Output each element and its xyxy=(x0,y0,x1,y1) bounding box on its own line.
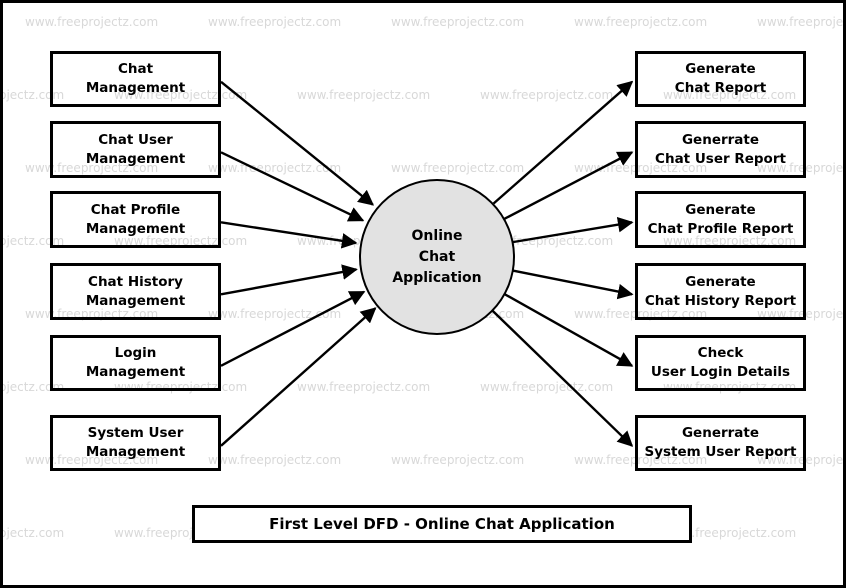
entity-label-line2: Chat History Report xyxy=(644,292,797,309)
entity-generate-chat-user-report[interactable]: Generrate Chat User Report xyxy=(635,121,806,178)
process-label-line3: Application xyxy=(392,269,482,286)
entity-chat-user-management[interactable]: Chat User Management xyxy=(50,121,221,178)
entity-label: Generrate Chat User Report xyxy=(638,131,803,169)
entity-label: Login Management xyxy=(53,344,218,382)
entity-label-line2: Management xyxy=(85,444,186,460)
entity-label-line1: Generrate xyxy=(681,131,760,148)
entity-label-line1: Generrate xyxy=(681,425,760,441)
process-label: Online Chat Application xyxy=(392,226,481,289)
entity-label-line2: Management xyxy=(85,150,186,167)
entity-label: Generate Chat Report xyxy=(638,60,803,98)
entity-generate-chat-profile-report[interactable]: Generate Chat Profile Report xyxy=(635,191,806,248)
node-layer: Chat Management Chat User Management Cha… xyxy=(3,3,843,585)
entity-login-management[interactable]: Login Management xyxy=(50,335,221,391)
entity-chat-history-management[interactable]: Chat History Management xyxy=(50,263,221,320)
entity-label-line2: Chat Report xyxy=(674,80,767,96)
entity-generate-chat-history-report[interactable]: Generate Chat History Report xyxy=(635,263,806,320)
entity-label: Chat Profile Management xyxy=(53,201,218,239)
entity-label-line2: Management xyxy=(85,292,186,309)
entity-label: Chat History Management xyxy=(53,273,218,311)
entity-generate-chat-report[interactable]: Generate Chat Report xyxy=(635,51,806,107)
diagram-title: First Level DFD - Online Chat Applicatio… xyxy=(269,515,615,533)
entity-label-line1: Chat Profile xyxy=(90,201,181,218)
entity-label: Generrate System User Report xyxy=(638,424,803,462)
entity-label: Chat User Management xyxy=(53,131,218,169)
dfd-diagram-page: www.freeprojectz.com www.freeprojectz.com… xyxy=(0,0,846,588)
entity-label-line1: Generate xyxy=(685,201,756,218)
entity-check-user-login-details[interactable]: Check User Login Details xyxy=(635,335,806,391)
entity-label-line1: Generate xyxy=(685,61,756,77)
entity-label-line2: Management xyxy=(85,364,186,380)
entity-label-line1: Generate xyxy=(685,273,756,290)
entity-label: Generate Chat History Report xyxy=(638,273,803,311)
entity-label-line1: Check xyxy=(697,345,744,361)
entity-chat-profile-management[interactable]: Chat Profile Management xyxy=(50,191,221,248)
entity-label-line2: User Login Details xyxy=(650,364,791,380)
entity-label-line1: Login xyxy=(114,345,157,361)
diagram-title-bar: First Level DFD - Online Chat Applicatio… xyxy=(192,505,692,543)
entity-system-user-management[interactable]: System User Management xyxy=(50,415,221,471)
entity-label-line2: System User Report xyxy=(644,444,797,460)
entity-label-line2: Management xyxy=(85,220,186,237)
entity-label: Chat Management xyxy=(53,60,218,98)
entity-label-line2: Chat User Report xyxy=(655,150,786,167)
entity-label: Generate Chat Profile Report xyxy=(638,201,803,239)
entity-label-line2: Chat Profile Report xyxy=(647,220,794,237)
entity-label-line1: Chat xyxy=(117,61,154,77)
process-label-line2: Chat xyxy=(418,248,456,265)
entity-label: System User Management xyxy=(53,424,218,462)
entity-label-line2: Management xyxy=(85,80,186,96)
entity-generate-system-user-report[interactable]: Generrate System User Report xyxy=(635,415,806,471)
entity-label-line1: Chat History xyxy=(88,273,183,290)
process-label-line1: Online xyxy=(411,227,463,244)
process-online-chat-application[interactable]: Online Chat Application xyxy=(359,179,515,335)
entity-label: Check User Login Details xyxy=(638,344,803,382)
entity-chat-management[interactable]: Chat Management xyxy=(50,51,221,107)
entity-label-line1: System User xyxy=(87,425,184,441)
entity-label-line1: Chat User xyxy=(98,131,173,148)
